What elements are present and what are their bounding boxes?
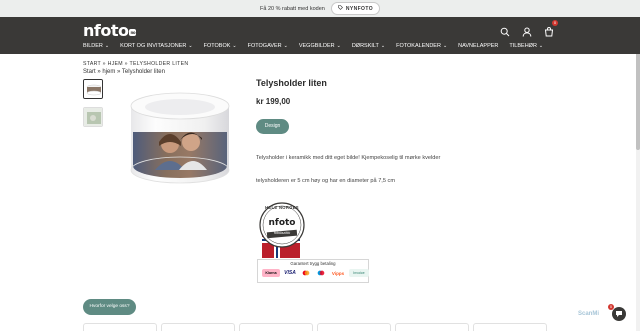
nav-item-label: KORT OG INVITASJONER xyxy=(120,43,187,49)
cart-count-badge: 0 xyxy=(552,20,558,26)
nav-item-fotokalender[interactable]: FOTOKALENDER ⌄ xyxy=(396,43,447,49)
chat-count-badge: 0 xyxy=(608,304,614,310)
nav-item-bilder[interactable]: BILDER ⌄ xyxy=(83,43,109,49)
site-logo[interactable]: nfoto no xyxy=(83,21,137,40)
visa-logo: VISA xyxy=(284,270,296,276)
scanner-watermark: ScanMi xyxy=(578,311,600,317)
nav-item-dørskilt[interactable]: DØRSKILT ⌄ xyxy=(352,43,385,49)
bottom-card[interactable] xyxy=(317,323,391,331)
tag-icon xyxy=(338,5,343,12)
promo-code-label: NYNFOTO xyxy=(345,5,373,12)
nav-item-tilbehør[interactable]: TILBEHØR ⌄ xyxy=(509,43,543,49)
badge-bottom-text: fotobutikk xyxy=(273,231,291,235)
nav-item-navnelapper[interactable]: NAVNELAPPER xyxy=(458,43,498,49)
maestro-logo xyxy=(315,269,327,277)
breadcrumb-lower: Start » hjem » Telysholder liten xyxy=(83,69,165,75)
bottom-card[interactable] xyxy=(395,323,469,331)
chevron-down-icon: ⌄ xyxy=(336,43,341,49)
cart-icon[interactable]: 0 xyxy=(544,20,558,37)
nav-item-fotobok[interactable]: FOTOBOK ⌄ xyxy=(204,43,237,49)
nav-item-label: VEGGBILDER xyxy=(298,43,335,49)
chevron-down-icon: ⌄ xyxy=(283,43,288,49)
chevron-down-icon: ⌄ xyxy=(538,43,544,49)
header-icons: 0 xyxy=(500,20,558,37)
chevron-down-icon: ⌄ xyxy=(104,43,110,49)
product-price: kr 199,00 xyxy=(256,97,291,106)
badge-logo-text: nfoto xyxy=(268,218,296,228)
nav-item-label: DØRSKILT xyxy=(351,43,379,49)
main-nav: BILDER ⌄ KORT OG INVITASJONER ⌄ FOTOBOK ⌄ FOTO… xyxy=(83,43,543,49)
nav-item-fotogaver[interactable]: FOTOGAVER ⌄ xyxy=(248,43,288,49)
product-description-2: telysholderen er 5 cm høy og har en diam… xyxy=(256,178,395,184)
mastercard-logo xyxy=(300,269,312,277)
bottom-card-row xyxy=(83,323,547,331)
product-thumbnail-2[interactable] xyxy=(83,107,103,127)
product-description-1: Telysholder i keramikk med ditt eget bil… xyxy=(256,155,441,161)
nav-item-label: FOTOKALENDER xyxy=(396,43,441,49)
logo-text: nfoto xyxy=(83,21,129,40)
chevron-down-icon: ⌄ xyxy=(442,43,448,49)
nfoto-trust-badge: HELE NORGES nfoto fotobutikk xyxy=(257,200,307,260)
site-header: nfoto no 0 BILDER ⌄ KORT OG INVITASJONER ⌄ F… xyxy=(0,17,640,54)
product-image xyxy=(125,82,235,194)
nav-item-label: TILBEHØR xyxy=(509,43,537,49)
badge-top-text: HELE NORGES xyxy=(265,205,299,210)
promo-text: Få 20 % rabatt med koden xyxy=(260,5,325,12)
logo-badge: no xyxy=(129,29,137,36)
promo-code-button[interactable]: NYNFOTO xyxy=(330,2,380,15)
nav-item-label: FOTOGAVER xyxy=(247,43,282,49)
bottom-card[interactable] xyxy=(473,323,547,331)
invoice-logo: Invoice xyxy=(349,269,369,277)
nav-item-label: BILDER xyxy=(83,43,103,49)
account-icon[interactable] xyxy=(522,24,532,37)
nav-item-label: FOTOBOK xyxy=(203,43,231,49)
payment-methods-box: Garantert trygg betaling Klarna VISA Vip… xyxy=(257,259,369,283)
why-choose-us-button[interactable]: Hvorfor velge oss? xyxy=(83,299,136,315)
product-thumbnail-1[interactable] xyxy=(83,79,103,99)
vipps-logo: Vipps xyxy=(331,270,345,276)
chat-bubble-icon xyxy=(616,311,622,317)
nav-item-label: NAVNELAPPER xyxy=(458,43,499,49)
payment-logos: Klarna VISA Vipps Invoice xyxy=(262,269,369,277)
breadcrumb-upper: START » HJEM » TELYSHOLDER LITEN xyxy=(83,61,189,67)
bottom-card[interactable] xyxy=(161,323,235,331)
chevron-down-icon: ⌄ xyxy=(380,43,386,49)
chat-button[interactable] xyxy=(612,307,626,321)
promo-bar: Få 20 % rabatt med koden NYNFOTO xyxy=(0,0,640,17)
bottom-card[interactable] xyxy=(239,323,313,331)
design-button[interactable]: Design xyxy=(256,119,289,134)
product-title: Telysholder liten xyxy=(256,78,327,88)
chevron-down-icon: ⌄ xyxy=(232,43,237,49)
bottom-card[interactable] xyxy=(83,323,157,331)
payment-title: Garantert trygg betaling xyxy=(290,261,336,266)
search-icon[interactable] xyxy=(500,24,510,37)
chevron-down-icon: ⌄ xyxy=(188,43,193,49)
klarna-logo: Klarna xyxy=(262,269,280,277)
nav-item-veggbilder[interactable]: VEGGBILDER ⌄ xyxy=(299,43,341,49)
nav-item-kort-og-invitasjoner[interactable]: KORT OG INVITASJONER ⌄ xyxy=(120,43,193,49)
